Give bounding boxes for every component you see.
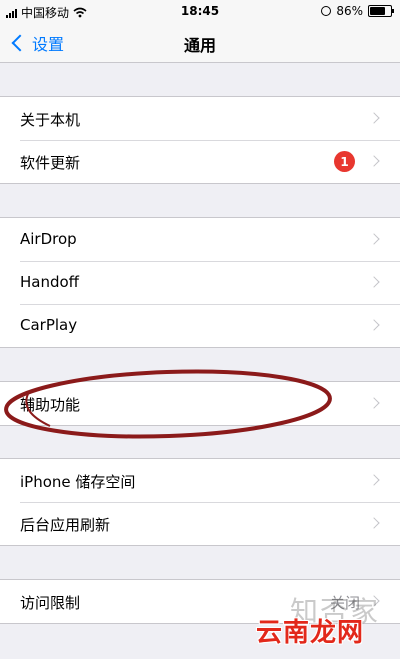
row-label: Handoff bbox=[20, 273, 80, 291]
settings-group-about: 关于本机 软件更新 1 bbox=[0, 96, 400, 184]
row-label: 访问限制 bbox=[20, 594, 81, 612]
row-about-device[interactable]: 关于本机 bbox=[0, 97, 400, 140]
battery-icon bbox=[368, 5, 394, 17]
row-iphone-storage[interactable]: iPhone 储存空间 bbox=[0, 459, 400, 502]
row-label: 关于本机 bbox=[20, 111, 81, 129]
watermark-bottom: 云南龙网 bbox=[256, 618, 365, 648]
chevron-right-icon bbox=[368, 319, 380, 331]
page-title: 通用 bbox=[183, 36, 216, 55]
settings-group-storage: iPhone 储存空间 后台应用刷新 bbox=[0, 458, 400, 546]
chevron-right-icon bbox=[368, 233, 380, 245]
orientation-lock-icon bbox=[321, 6, 332, 16]
row-label: CarPlay bbox=[20, 316, 78, 334]
row-label: 辅助功能 bbox=[20, 396, 81, 414]
row-handoff[interactable]: Handoff bbox=[0, 261, 400, 304]
chevron-right-icon bbox=[368, 276, 380, 288]
row-label: iPhone 储存空间 bbox=[20, 473, 136, 491]
row-label: 软件更新 bbox=[20, 154, 81, 172]
chevron-right-icon bbox=[368, 155, 380, 167]
status-right: 86% bbox=[321, 4, 394, 18]
chevron-right-icon bbox=[368, 474, 380, 486]
row-label: 后台应用刷新 bbox=[20, 516, 111, 534]
row-software-update[interactable]: 软件更新 1 bbox=[0, 140, 400, 183]
chevron-right-icon bbox=[368, 517, 380, 529]
row-carplay[interactable]: CarPlay bbox=[0, 304, 400, 347]
row-label: AirDrop bbox=[20, 230, 77, 248]
chevron-right-icon bbox=[368, 112, 380, 124]
status-bar: 中国移动 18:45 86% bbox=[0, 0, 400, 22]
row-airdrop[interactable]: AirDrop bbox=[0, 218, 400, 261]
battery-percent: 86% bbox=[336, 4, 363, 18]
chevron-right-icon bbox=[368, 397, 380, 409]
settings-group-accessibility: 辅助功能 bbox=[0, 381, 400, 426]
battery-fill bbox=[370, 7, 386, 15]
settings-group-connectivity: AirDrop Handoff CarPlay bbox=[0, 217, 400, 348]
row-background-refresh[interactable]: 后台应用刷新 bbox=[0, 502, 400, 545]
update-badge: 1 bbox=[334, 151, 355, 172]
navigation-bar: 设置 通用 bbox=[0, 22, 400, 63]
row-accessibility[interactable]: 辅助功能 bbox=[0, 382, 400, 425]
